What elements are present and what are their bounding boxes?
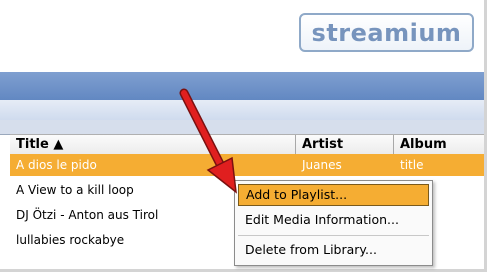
sub-toolbar-band	[0, 100, 484, 120]
column-header-artist[interactable]: Artist	[296, 135, 394, 154]
row-title: DJ Ötzi - Anton aus Tirol	[16, 208, 159, 222]
menu-item-edit-media-information[interactable]: Edit Media Information...	[238, 209, 429, 231]
menu-separator	[238, 235, 429, 236]
menu-item-delete-from-library[interactable]: Delete from Library...	[238, 239, 429, 261]
row-artist: Juanes	[302, 158, 342, 172]
row-title: A dios le pido	[16, 158, 97, 172]
list-top-strip	[0, 120, 484, 135]
streamium-logo: streamium	[299, 13, 474, 52]
row-album: title	[400, 158, 424, 172]
column-header-row: Title ▲ Artist Album	[10, 134, 484, 155]
app-header: streamium	[0, 0, 484, 72]
menu-item-add-to-playlist[interactable]: Add to Playlist...	[238, 184, 429, 206]
column-header-title[interactable]: Title ▲	[10, 135, 296, 154]
context-menu: Add to Playlist... Edit Media Informatio…	[234, 180, 433, 266]
column-header-album[interactable]: Album	[394, 135, 484, 154]
toolbar-bar	[0, 72, 484, 100]
row-title: lullabies rockabye	[16, 233, 125, 247]
row-title: A View to a kill loop	[16, 183, 134, 197]
table-row[interactable]: A dios le pido Juanes title	[10, 154, 484, 176]
